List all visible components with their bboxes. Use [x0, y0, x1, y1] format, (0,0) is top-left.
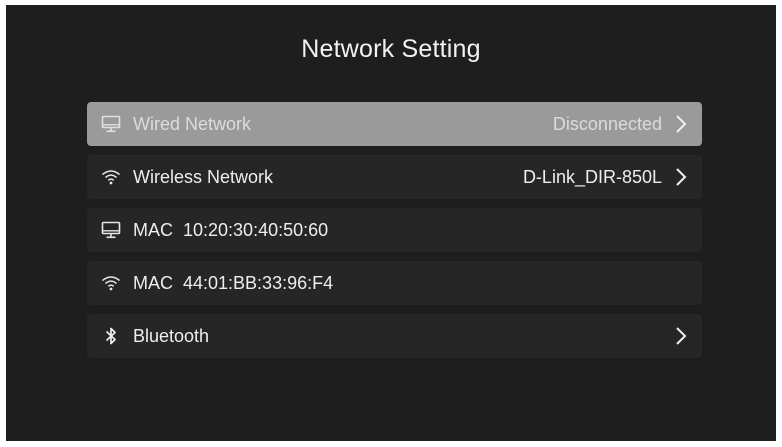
wired-network-status: Disconnected — [552, 113, 662, 134]
settings-list: Wired Network Disconnected Wireless Netw… — [87, 102, 702, 367]
wireless-mac-address: MAC 44:01:BB:33:96:F4 — [133, 272, 334, 293]
wireless-mac-row: MAC 44:01:BB:33:96:F4 — [87, 261, 702, 305]
wired-network-label: Wired Network — [133, 113, 252, 134]
wired-mac-address: MAC 10:20:30:40:50:60 — [133, 219, 329, 240]
chevron-right-icon — [670, 324, 692, 348]
page-title: Network Setting — [301, 35, 481, 63]
bluetooth-icon — [99, 324, 123, 348]
wired-mac-row: MAC 10:20:30:40:50:60 — [87, 208, 702, 252]
chevron-right-icon — [670, 112, 692, 136]
wifi-icon — [99, 271, 123, 295]
wireless-network-row[interactable]: Wireless Network D-Link_DIR-850L — [87, 155, 702, 199]
bluetooth-row[interactable]: Bluetooth — [87, 314, 702, 358]
chevron-right-icon — [670, 165, 692, 189]
wifi-icon — [99, 165, 123, 189]
monitor-icon — [99, 112, 123, 136]
bluetooth-label: Bluetooth — [133, 325, 210, 346]
wired-network-row[interactable]: Wired Network Disconnected — [87, 102, 702, 146]
network-setting-screen: Network Setting Wired Network Disconnect… — [6, 5, 776, 441]
monitor-icon — [99, 218, 123, 242]
wireless-network-ssid: D-Link_DIR-850L — [522, 166, 662, 187]
wireless-network-label: Wireless Network — [133, 166, 274, 187]
